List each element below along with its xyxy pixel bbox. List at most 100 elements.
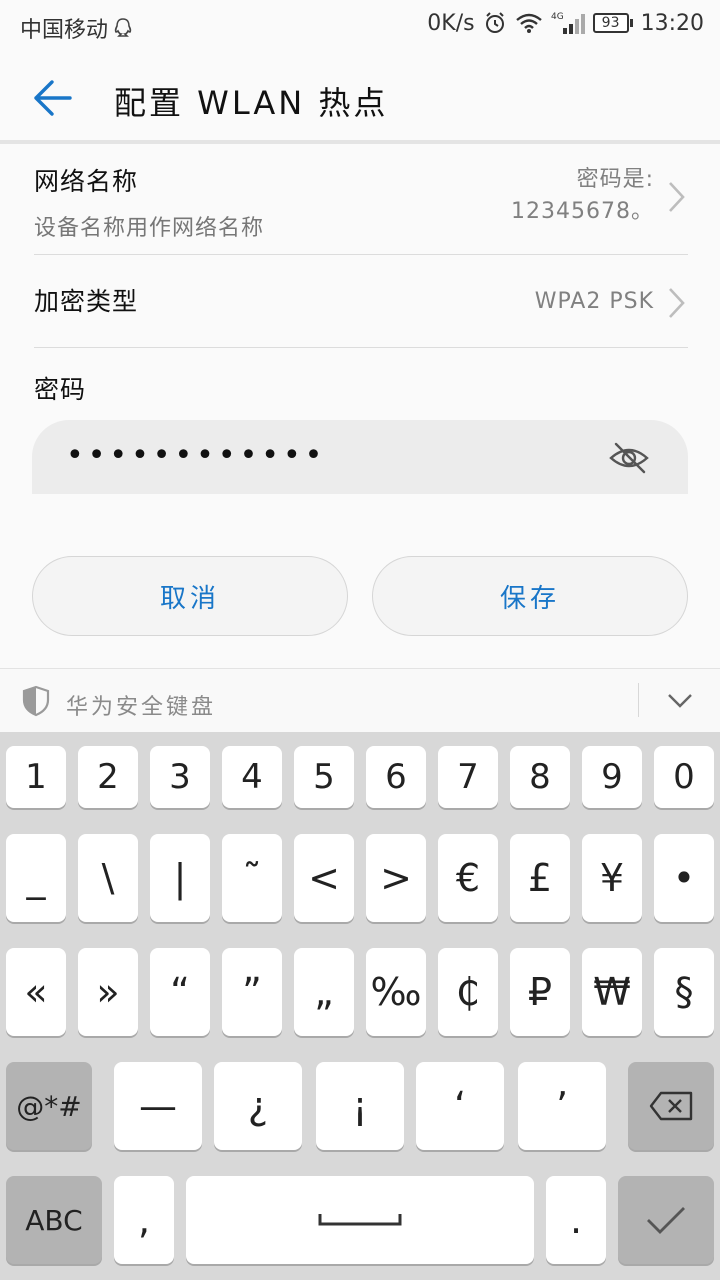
toggle-password-visibility-button[interactable] xyxy=(608,440,650,476)
shield-icon xyxy=(22,685,50,717)
key-inverted-question[interactable]: ¿ xyxy=(214,1062,302,1150)
key-label: 2 xyxy=(97,757,119,797)
abc-toggle-key[interactable]: ABC xyxy=(6,1176,102,1264)
key-label: » xyxy=(96,970,120,1014)
key-left-double-quote[interactable]: “ xyxy=(150,948,210,1036)
key-right-guillemet[interactable]: » xyxy=(78,948,138,1036)
key-label: 3 xyxy=(169,757,191,797)
key-label: ¿ xyxy=(247,1084,269,1128)
network-speed: 0K/s xyxy=(427,10,475,36)
key-inverted-exclamation[interactable]: ¡ xyxy=(316,1062,404,1150)
key-label: > xyxy=(380,856,412,900)
key-less-than[interactable]: < xyxy=(294,834,354,922)
key-label: “ xyxy=(170,970,190,1014)
back-button[interactable] xyxy=(30,74,78,122)
status-bar: 中国移动 0K/s 4G 93 13:20 xyxy=(0,0,720,50)
symbols-toggle-key[interactable]: @*# xyxy=(6,1062,92,1150)
key-cedi[interactable]: ₵ xyxy=(438,948,498,1036)
key-label: § xyxy=(674,970,694,1014)
key-label: @*# xyxy=(16,1089,82,1123)
encryption-type-row[interactable]: 加密类型 WPA2 PSK xyxy=(34,282,688,326)
key-1[interactable]: 1 xyxy=(6,746,66,808)
key-left-guillemet[interactable]: « xyxy=(6,948,66,1036)
key-left-single-quote[interactable]: ‘ xyxy=(416,1062,504,1150)
network-name-value: 密码是: 12345678。 xyxy=(511,164,654,228)
chevron-right-icon xyxy=(669,288,685,318)
cellular-signal-icon: 4G xyxy=(551,10,585,36)
key-per-mille[interactable]: ‰ xyxy=(366,948,426,1036)
password-preview: 12345678。 xyxy=(511,199,654,224)
keyboard-header: 华为安全键盘 xyxy=(0,668,720,732)
divider xyxy=(34,347,688,348)
key-label: ¥ xyxy=(599,856,625,900)
key-label: ₵ xyxy=(455,970,481,1014)
status-right: 0K/s 4G 93 13:20 xyxy=(427,10,704,36)
key-7[interactable]: 7 xyxy=(438,746,498,808)
key-4[interactable]: 4 xyxy=(222,746,282,808)
password-value: •••••••••••• xyxy=(66,438,327,473)
key-won[interactable]: ₩ xyxy=(582,948,642,1036)
key-label: ’ xyxy=(555,1084,569,1128)
qq-icon xyxy=(114,17,132,39)
key-label: 0 xyxy=(673,757,695,797)
key-label: ” xyxy=(242,970,262,1014)
network-type-label: 4G xyxy=(551,12,564,22)
key-section[interactable]: § xyxy=(654,948,714,1036)
battery-icon: 93 xyxy=(592,13,633,33)
key-label: — xyxy=(139,1084,177,1128)
chevron-down-icon[interactable] xyxy=(666,689,694,711)
key-label: ‰ xyxy=(370,970,422,1014)
space-key[interactable] xyxy=(186,1176,534,1264)
key-period[interactable]: . xyxy=(546,1176,606,1264)
header-divider xyxy=(0,140,720,144)
key-em-dash[interactable]: — xyxy=(114,1062,202,1150)
key-9[interactable]: 9 xyxy=(582,746,642,808)
key-label: • xyxy=(672,856,696,900)
wifi-icon xyxy=(515,12,543,34)
key-right-single-quote[interactable]: ’ xyxy=(518,1062,606,1150)
key-label: < xyxy=(308,856,340,900)
key-label: , xyxy=(137,1198,151,1242)
key-low-double-quote[interactable]: „ xyxy=(294,948,354,1036)
key-ruble[interactable]: ₽ xyxy=(510,948,570,1036)
key-label: „ xyxy=(314,970,334,1014)
key-greater-than[interactable]: > xyxy=(366,834,426,922)
alarm-icon xyxy=(483,11,507,35)
cancel-button[interactable]: 取消 xyxy=(32,556,348,636)
save-button[interactable]: 保存 xyxy=(372,556,688,636)
key-label: ¡ xyxy=(352,1084,368,1128)
key-backslash[interactable]: \ xyxy=(78,834,138,922)
chevron-right-icon xyxy=(669,182,685,212)
key-label: ₽ xyxy=(527,970,553,1014)
page-title: 配置 WLAN 热点 xyxy=(114,84,389,122)
key-label: 9 xyxy=(601,757,623,797)
key-label: 8 xyxy=(529,757,551,797)
key-3[interactable]: 3 xyxy=(150,746,210,808)
key-right-double-quote[interactable]: ” xyxy=(222,948,282,1036)
network-name-row[interactable]: 网络名称 设备名称用作网络名称 密码是: 12345678。 xyxy=(34,162,688,254)
key-label: ˜ xyxy=(242,856,262,900)
space-bar-icon xyxy=(318,1214,402,1226)
key-euro[interactable]: € xyxy=(438,834,498,922)
key-6[interactable]: 6 xyxy=(366,746,426,808)
key-bullet[interactable]: • xyxy=(654,834,714,922)
key-comma[interactable]: , xyxy=(114,1176,174,1264)
checkmark-icon xyxy=(647,1207,685,1234)
key-8[interactable]: 8 xyxy=(510,746,570,808)
key-pound[interactable]: £ xyxy=(510,834,570,922)
key-tilde[interactable]: ˜ xyxy=(222,834,282,922)
key-label: « xyxy=(24,970,48,1014)
key-5[interactable]: 5 xyxy=(294,746,354,808)
key-pipe[interactable]: | xyxy=(150,834,210,922)
key-underscore[interactable]: _ xyxy=(6,834,66,922)
key-yen[interactable]: ¥ xyxy=(582,834,642,922)
key-label: £ xyxy=(527,856,553,900)
password-input[interactable]: •••••••••••• xyxy=(32,420,688,494)
key-0[interactable]: 0 xyxy=(654,746,714,808)
backspace-key[interactable] xyxy=(628,1062,714,1150)
key-label: € xyxy=(455,856,481,900)
confirm-key[interactable] xyxy=(618,1176,714,1264)
screen: 中国移动 0K/s 4G 93 13:20 配置 WLAN 热点 网络名称 设备… xyxy=(0,0,720,1280)
key-2[interactable]: 2 xyxy=(78,746,138,808)
encryption-type-value: WPA2 PSK xyxy=(534,289,654,314)
